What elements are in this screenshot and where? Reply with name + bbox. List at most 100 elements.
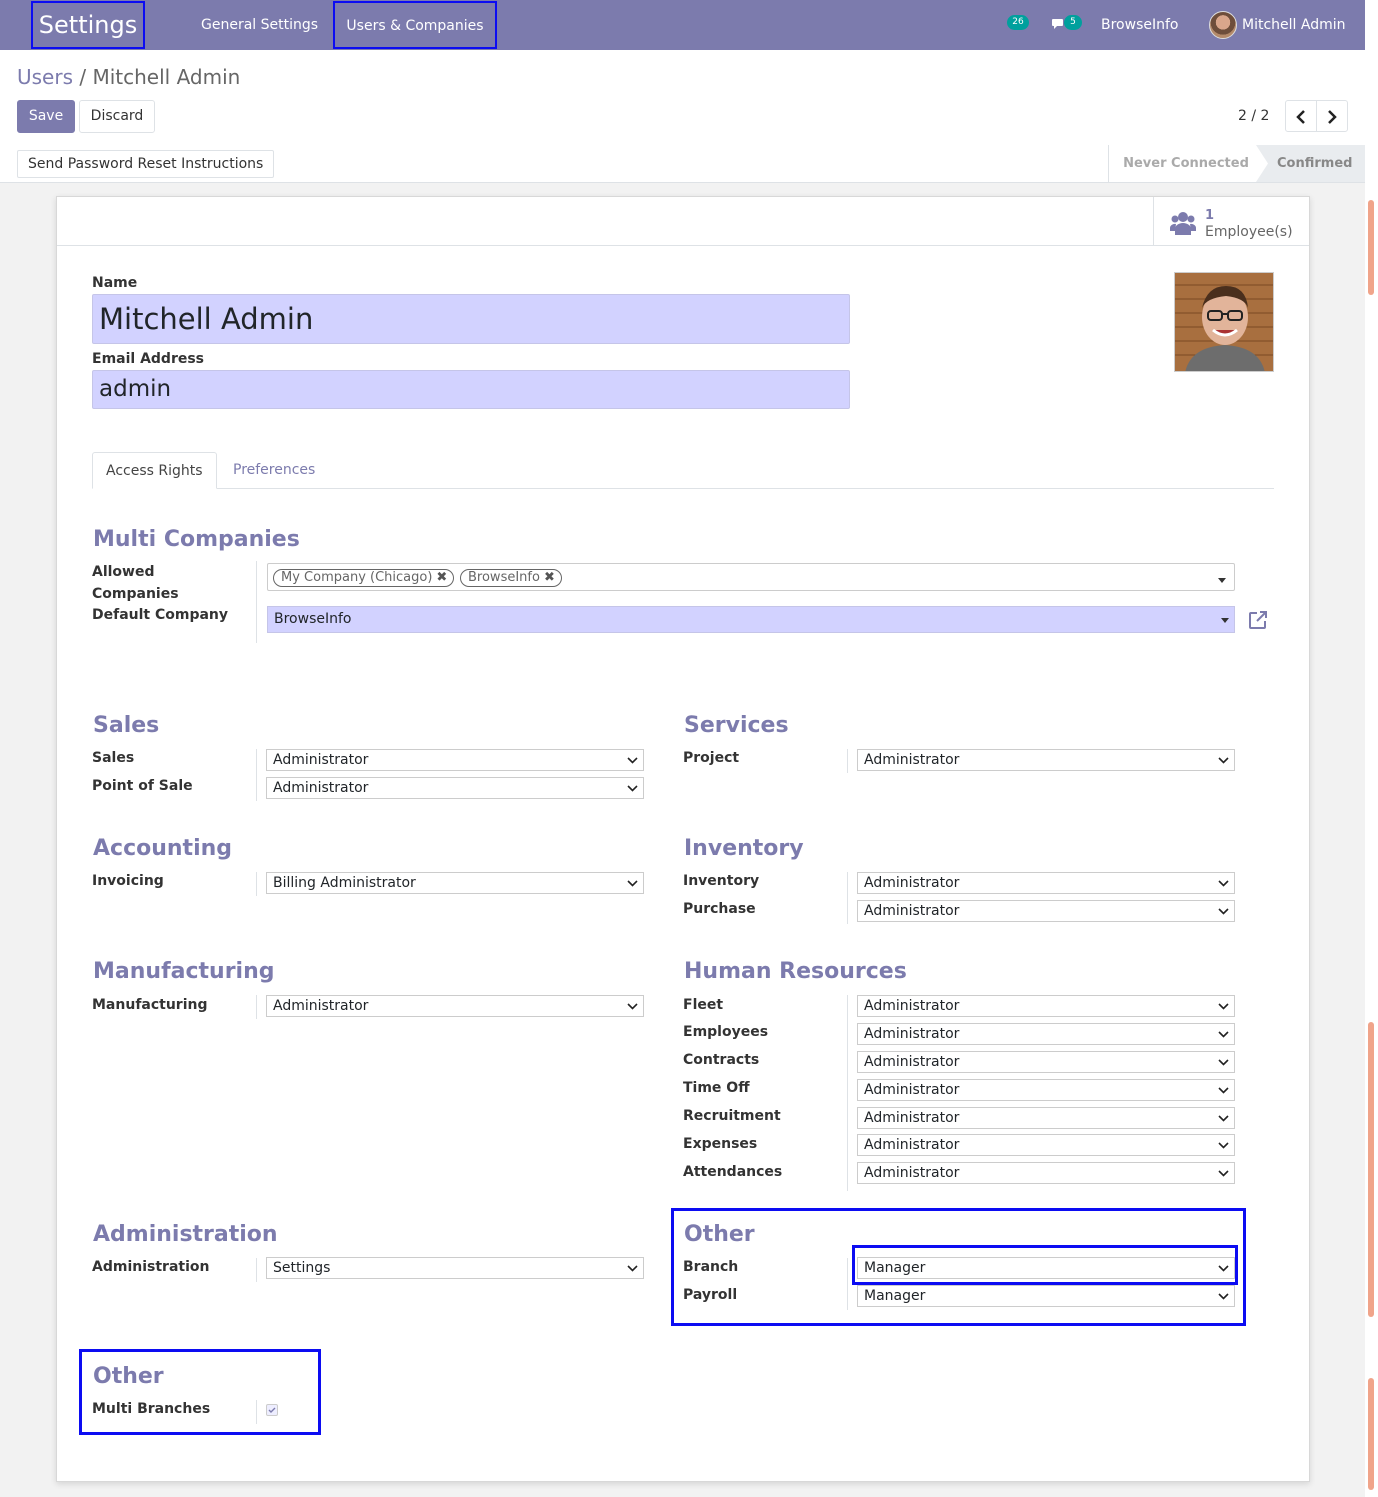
chevron-down-icon <box>1218 1003 1229 1010</box>
remove-tag-icon[interactable]: ✖ <box>544 570 555 585</box>
employees-stat-button[interactable]: 1 Employee(s) <box>1153 197 1309 246</box>
attendances-select[interactable]: Administrator <box>857 1162 1235 1184</box>
expenses-select[interactable]: Administrator <box>857 1134 1235 1156</box>
project-label: Project <box>683 750 740 766</box>
menu-users-companies[interactable]: Users & Companies <box>333 1 497 49</box>
breadcrumb-separator: / <box>73 65 93 89</box>
purchase-label: Purchase <box>683 901 756 917</box>
administration-select[interactable]: Settings <box>266 1257 644 1279</box>
group-title-inventory: Inventory <box>684 836 804 861</box>
inventory-select[interactable]: Administrator <box>857 872 1235 894</box>
allowed-companies-label-2: Companies <box>92 586 179 602</box>
app-title[interactable]: Settings <box>31 1 145 49</box>
group-title-services: Services <box>684 713 789 738</box>
chevron-down-icon <box>627 1003 638 1010</box>
group-title-human-resources: Human Resources <box>684 959 907 984</box>
chevron-down-icon <box>627 880 638 887</box>
sales-select[interactable]: Administrator <box>266 749 644 771</box>
company-tag-label: BrowseInfo <box>468 570 540 585</box>
manufacturing-value: Administrator <box>273 998 369 1014</box>
chevron-down-icon <box>1218 880 1229 887</box>
branch-label: Branch <box>683 1259 739 1275</box>
time-off-value: Administrator <box>864 1082 960 1098</box>
purchase-value: Administrator <box>864 903 960 919</box>
top-navbar: Settings General Settings Users & Compan… <box>0 0 1365 50</box>
label-divider <box>256 1400 257 1424</box>
contracts-label: Contracts <box>683 1052 760 1068</box>
payroll-select[interactable]: Manager <box>857 1285 1235 1307</box>
point-of-sale-select[interactable]: Administrator <box>266 777 644 799</box>
chevron-down-icon <box>1218 1031 1229 1038</box>
allowed-companies-field[interactable]: My Company (Chicago) ✖ BrowseInfo ✖ <box>267 563 1235 591</box>
chevron-down-icon <box>627 785 638 792</box>
user-photo[interactable] <box>1174 272 1274 372</box>
inventory-label: Inventory <box>683 873 760 889</box>
status-never-connected[interactable]: Never Connected <box>1108 145 1263 182</box>
user-photo-image <box>1175 273 1273 371</box>
scrollbar-thumb-secondary[interactable] <box>1368 1022 1374 1317</box>
inventory-value: Administrator <box>864 875 960 891</box>
chevron-down-icon <box>1218 1293 1229 1300</box>
menu-general-settings[interactable]: General Settings <box>201 0 318 50</box>
manufacturing-select[interactable]: Administrator <box>266 995 644 1017</box>
tab-preferences[interactable]: Preferences <box>220 452 328 489</box>
label-divider <box>256 749 257 801</box>
time-off-select[interactable]: Administrator <box>857 1079 1235 1101</box>
caret-down-icon[interactable] <box>1221 618 1229 623</box>
attendances-value: Administrator <box>864 1165 960 1181</box>
branch-value: Manager <box>864 1260 926 1276</box>
label-divider <box>256 1258 257 1282</box>
multi-branches-checkbox[interactable] <box>266 1404 278 1416</box>
email-input[interactable]: admin <box>92 370 850 409</box>
user-avatar[interactable] <box>1209 11 1237 39</box>
company-tag-label: My Company (Chicago) <box>281 570 433 585</box>
purchase-select[interactable]: Administrator <box>857 900 1235 922</box>
group-title-other: Other <box>684 1222 755 1247</box>
invoicing-select[interactable]: Billing Administrator <box>266 872 644 894</box>
group-title-manufacturing: Manufacturing <box>93 959 275 984</box>
name-input[interactable]: Mitchell Admin <box>92 294 850 344</box>
expenses-value: Administrator <box>864 1137 960 1153</box>
save-button[interactable]: Save <box>17 100 75 133</box>
group-title-accounting: Accounting <box>93 836 233 861</box>
scrollbar-thumb-tertiary[interactable] <box>1368 1378 1374 1490</box>
notebook-tabs: Access Rights Preferences <box>92 452 1274 489</box>
button-box: 1 Employee(s) <box>57 197 1309 246</box>
company-tag: BrowseInfo ✖ <box>460 569 562 587</box>
sales-label: Sales <box>92 750 135 766</box>
user-menu[interactable]: Mitchell Admin <box>1242 0 1346 50</box>
chevron-down-icon <box>1218 1265 1229 1272</box>
breadcrumb-current: Mitchell Admin <box>92 65 241 89</box>
caret-down-icon[interactable] <box>1218 578 1226 583</box>
external-link-icon[interactable] <box>1247 609 1269 631</box>
administration-label: Administration <box>92 1259 210 1275</box>
breadcrumb: Users / Mitchell Admin <box>17 65 240 89</box>
breadcrumb-users-link[interactable]: Users <box>17 65 73 89</box>
employees-select[interactable]: Administrator <box>857 1023 1235 1045</box>
send-password-reset-button[interactable]: Send Password Reset Instructions <box>17 150 275 178</box>
activity-count-badge[interactable]: 26 <box>1007 15 1029 30</box>
status-confirmed[interactable]: Confirmed <box>1256 145 1365 182</box>
fleet-select[interactable]: Administrator <box>857 995 1235 1017</box>
contracts-select[interactable]: Administrator <box>857 1051 1235 1073</box>
employees-label: Employee(s) <box>1205 224 1293 240</box>
discard-button[interactable]: Discard <box>79 100 155 133</box>
chevron-down-icon <box>1218 1059 1229 1066</box>
tab-access-rights[interactable]: Access Rights <box>92 452 217 489</box>
scrollbar-thumb[interactable] <box>1368 200 1374 295</box>
branch-select[interactable]: Manager <box>857 1257 1235 1279</box>
label-divider <box>256 872 257 896</box>
highlight-multi-branches-group <box>79 1349 321 1435</box>
recruitment-select[interactable]: Administrator <box>857 1107 1235 1129</box>
messages-count-badge[interactable]: 5 <box>1064 15 1082 30</box>
point-of-sale-value: Administrator <box>273 780 369 796</box>
default-company-select[interactable]: BrowseInfo <box>267 606 1235 633</box>
chevron-down-icon <box>1218 908 1229 915</box>
pager-value[interactable]: 2 / 2 <box>1238 108 1269 124</box>
project-select[interactable]: Administrator <box>857 749 1235 771</box>
remove-tag-icon[interactable]: ✖ <box>436 570 447 585</box>
pager-previous-button[interactable] <box>1285 100 1317 132</box>
pager-next-button[interactable] <box>1316 100 1348 132</box>
company-switcher[interactable]: BrowseInfo <box>1101 0 1178 50</box>
chevron-down-icon <box>1218 1170 1229 1177</box>
